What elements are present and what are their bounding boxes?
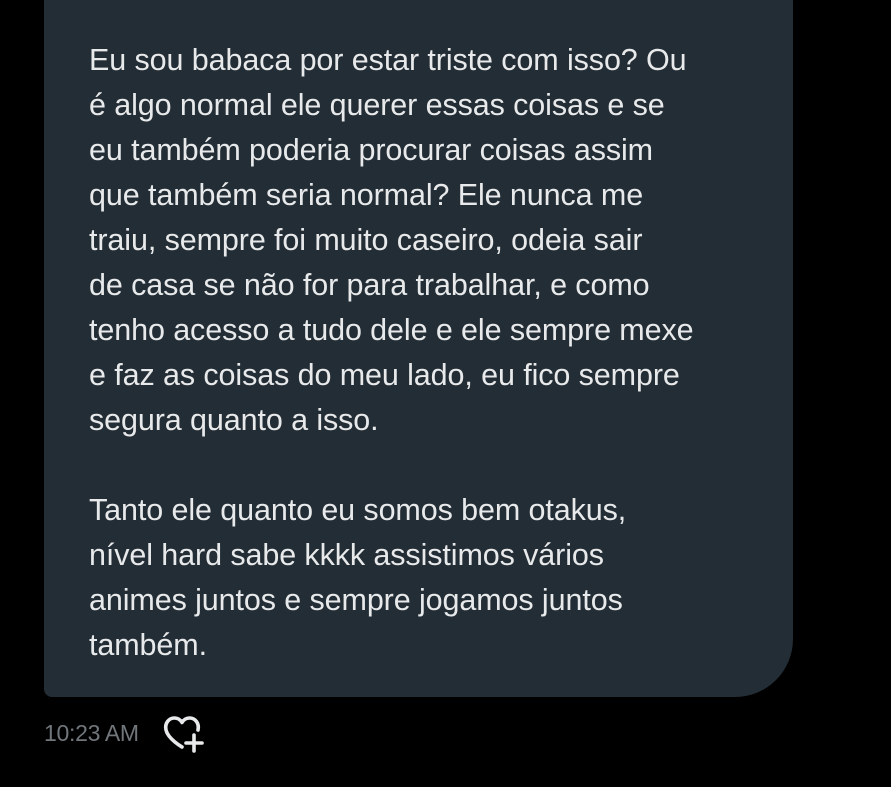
message-line: é algo normal ele querer essas coisas e … bbox=[89, 88, 665, 122]
message-line: animes juntos e sempre jogamos juntos bbox=[89, 583, 623, 617]
message-line: segura quanto a isso. bbox=[89, 403, 379, 437]
message-line: e faz as coisas do meu lado, eu fico sem… bbox=[89, 358, 680, 392]
message-line: que também seria normal? Ele nunca me bbox=[89, 178, 644, 212]
heart-plus-icon bbox=[163, 716, 204, 753]
message-line: de casa se não for para trabalhar, e com… bbox=[89, 268, 650, 302]
message-line: eu também poderia procurar coisas assim bbox=[89, 133, 653, 167]
message-line: Tanto ele quanto eu somos bem otakus, bbox=[89, 493, 627, 527]
message-meta: 10:23 AM bbox=[44, 710, 207, 756]
message-line: nível hard sabe kkkk assistimos vários bbox=[89, 538, 604, 572]
message-line: traiu, sempre foi muito caseiro, odeia s… bbox=[89, 223, 643, 257]
message-text: Eu sou babaca por estar triste com isso?… bbox=[89, 38, 769, 668]
message-timestamp: 10:23 AM bbox=[44, 719, 139, 746]
message-line: tenho acesso a tudo dele e ele sempre me… bbox=[89, 313, 694, 347]
message-line: também. bbox=[89, 628, 207, 662]
message-paragraph-1: Eu sou babaca por estar triste com isso?… bbox=[89, 38, 769, 443]
message-line: Eu sou babaca por estar triste com isso?… bbox=[89, 43, 687, 77]
dm-conversation: Eu sou babaca por estar triste com isso?… bbox=[0, 0, 891, 787]
message-paragraph-2: Tanto ele quanto eu somos bem otakus, ní… bbox=[89, 488, 769, 668]
add-reaction-button[interactable] bbox=[161, 710, 207, 756]
